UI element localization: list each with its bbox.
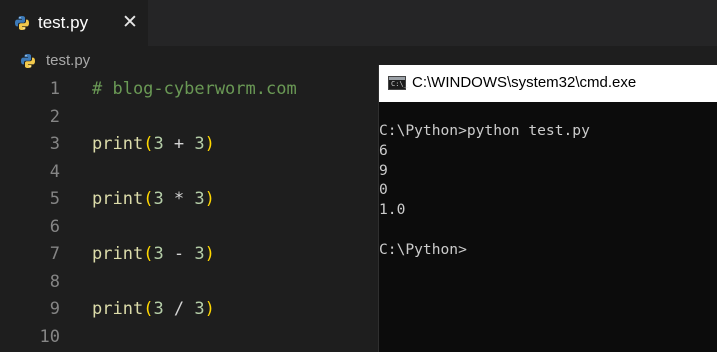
cmd-icon: C:\_ <box>388 76 408 90</box>
line-number: 7 <box>49 244 60 264</box>
editor-tab-bar: test.py ✕ <box>0 0 717 46</box>
code-text: # blog-cyberworm.com <box>92 79 297 99</box>
code-text: print(3 * 3) <box>92 189 215 209</box>
code-line[interactable]: 3 print(3 + 3) <box>0 131 378 158</box>
cmd-output[interactable]: C:\Python>python test.py 6 9 0 1.0 C:\Python> <box>379 121 717 260</box>
code-token: print <box>92 189 144 209</box>
code-token: 3 <box>194 134 205 154</box>
code-token: - <box>163 244 195 264</box>
cmd-output-line: 9 <box>379 161 388 179</box>
code-token: 3 <box>194 299 205 319</box>
code-token: ( <box>143 299 154 319</box>
line-number: 2 <box>49 106 60 127</box>
cmd-output-line: C:\Python>python test.py <box>379 122 590 139</box>
code-text: print(3 + 3) <box>92 134 215 154</box>
breadcrumb-file[interactable]: test.py <box>46 52 90 69</box>
code-text: print(3 - 3) <box>92 244 215 264</box>
code-text: print(3 / 3) <box>92 299 215 319</box>
code-line[interactable]: 7 print(3 - 3) <box>0 241 378 268</box>
code-token: ( <box>143 244 154 264</box>
code-token: 3 <box>194 189 205 209</box>
line-number: 9 <box>49 299 60 319</box>
line-number: 6 <box>49 216 60 237</box>
code-line[interactable]: 1 # blog-cyberworm.com <box>0 76 378 103</box>
code-token: ) <box>204 299 215 319</box>
line-number: 3 <box>49 134 60 154</box>
code-line[interactable]: 4 <box>0 159 378 186</box>
cmd-title: C:\WINDOWS\system32\cmd.exe <box>412 74 637 91</box>
code-token: ) <box>204 244 215 264</box>
code-token: ( <box>143 189 154 209</box>
code-token: 3 <box>153 244 164 264</box>
code-token: 3 <box>153 134 164 154</box>
code-token: ) <box>204 134 215 154</box>
code-token: 3 <box>153 189 164 209</box>
line-number: 1 <box>49 79 60 99</box>
code-line[interactable]: 5 print(3 * 3) <box>0 186 378 213</box>
code-token: 3 <box>194 244 205 264</box>
cmd-window[interactable]: C:\_ C:\WINDOWS\system32\cmd.exe C:\Pyth… <box>378 65 717 352</box>
code-editor[interactable]: 1 # blog-cyberworm.com 2 3 print(3 + 3) 4 5 pri… <box>0 76 378 352</box>
tab-label: test.py <box>38 13 89 32</box>
code-token: / <box>163 299 195 319</box>
code-line[interactable]: 10 <box>0 324 378 351</box>
cmd-output-line <box>379 220 717 240</box>
cmd-output-line: C:\Python> <box>379 240 467 258</box>
close-icon[interactable]: ✕ <box>120 13 140 33</box>
code-token: * <box>163 189 195 209</box>
code-token: ) <box>204 189 215 209</box>
code-token: print <box>92 134 144 154</box>
code-line[interactable]: 6 <box>0 214 378 241</box>
cmd-output-line: 0 <box>379 181 388 199</box>
tab-test-py[interactable]: test.py ✕ <box>0 0 148 46</box>
line-number: 4 <box>49 161 60 182</box>
code-token: 3 <box>153 299 164 319</box>
cmd-output-line: 1.0 <box>379 201 406 219</box>
python-icon <box>15 16 29 30</box>
line-number: 5 <box>49 189 60 209</box>
cmd-output-line: 6 <box>379 141 388 159</box>
code-token: print <box>92 299 144 319</box>
code-token: # blog-cyberworm.com <box>92 79 297 99</box>
code-token: print <box>92 244 144 264</box>
code-line[interactable]: 2 <box>0 104 378 131</box>
code-token: + <box>163 134 195 154</box>
python-icon <box>21 54 35 68</box>
code-line[interactable]: 9 print(3 / 3) <box>0 296 378 323</box>
cmd-titlebar[interactable]: C:\_ C:\WINDOWS\system32\cmd.exe <box>379 65 717 102</box>
code-token: ( <box>143 134 154 154</box>
line-number: 8 <box>49 271 60 292</box>
code-line[interactable]: 8 <box>0 269 378 296</box>
line-number: 10 <box>39 326 60 347</box>
